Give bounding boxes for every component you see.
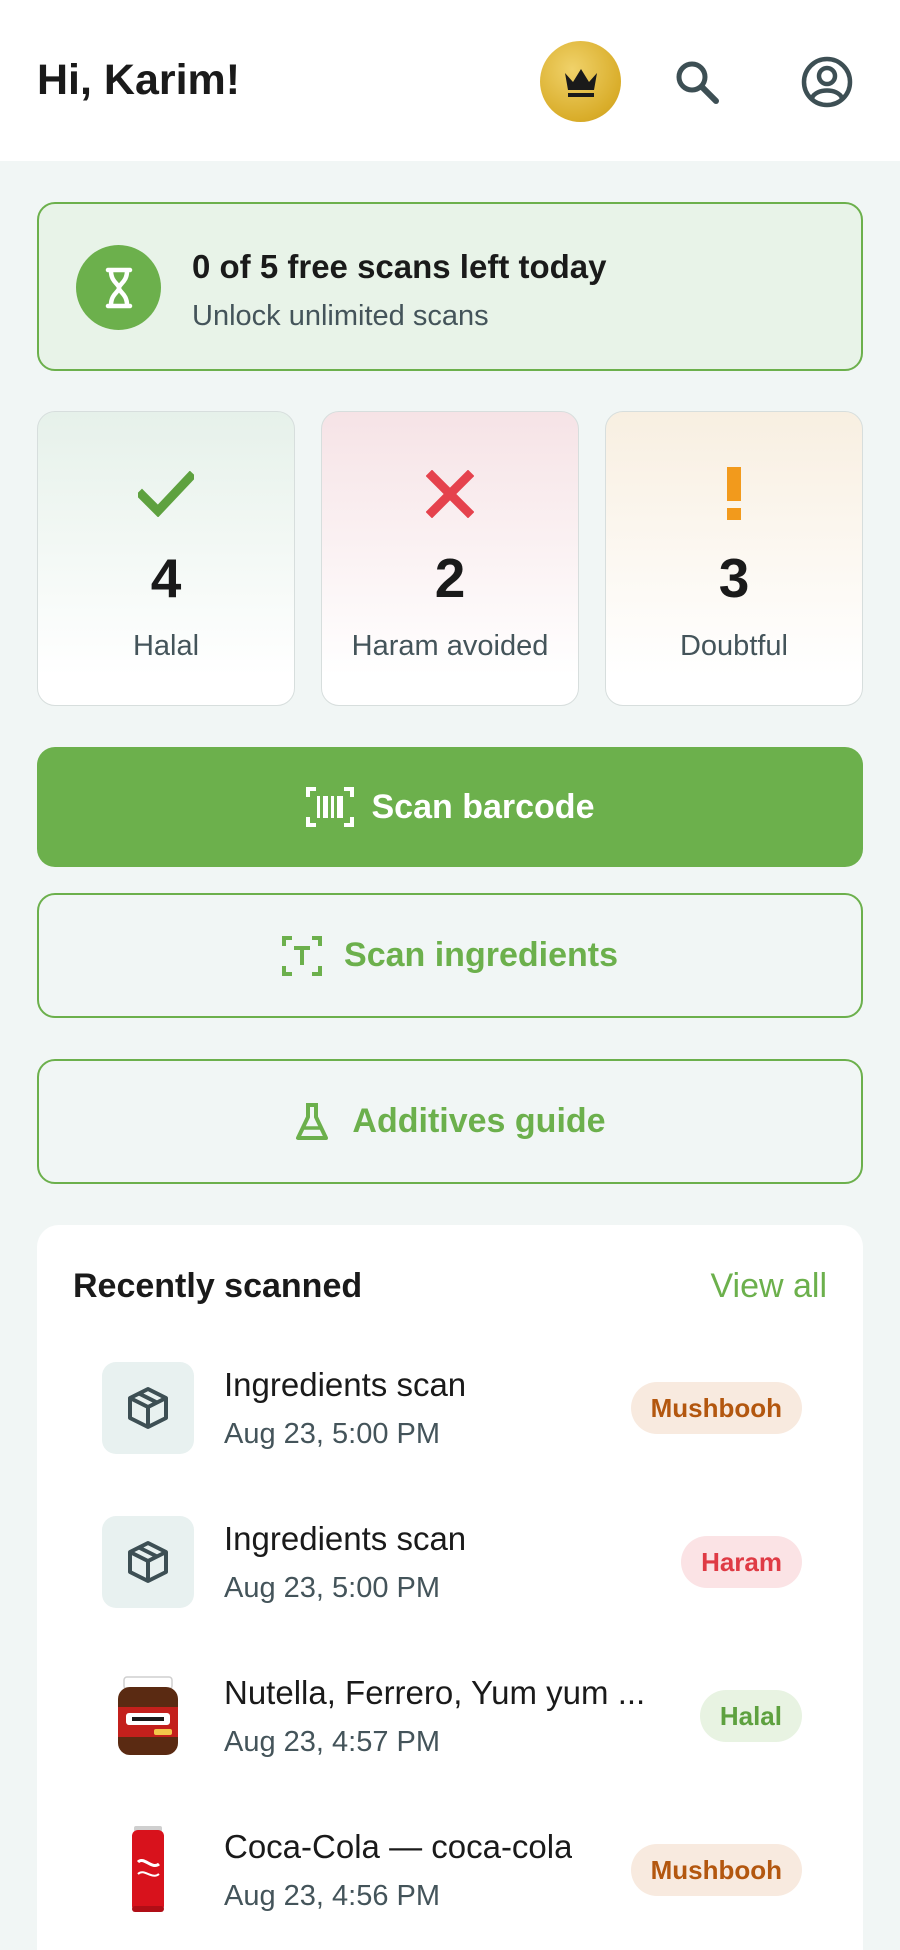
free-scans-banner[interactable]: 0 of 5 free scans left today Unlock unli… [37,202,863,371]
status-badge: Halal [699,1690,802,1742]
item-title: Ingredients scan [224,1366,467,1403]
account-button[interactable] [786,41,867,122]
recently-scanned-title: Recently scanned [73,1267,363,1305]
stat-value-doubtful: 3 [718,547,750,609]
status-badge: Mushbooh [630,1844,802,1896]
status-badge: Mushbooh [630,1382,802,1434]
search-button[interactable] [656,41,737,122]
scan-ingredients-label: Scan ingredients [344,936,618,974]
exclamation-icon [727,467,741,520]
scan-barcode-label: Scan barcode [371,787,595,826]
thumbnail [102,1516,194,1608]
coca-cola-can-image [132,1826,164,1912]
scan-barcode-button[interactable]: Scan barcode [37,747,863,867]
list-item[interactable]: Coca-Cola — coca-cola Aug 23, 4:56 PM Mu… [102,1824,802,1916]
additives-guide-button[interactable]: Additives guide [37,1059,863,1184]
package-icon [128,1541,168,1583]
check-icon [138,471,194,517]
stat-value-haram: 2 [434,547,466,609]
crown-icon [564,68,597,97]
thumbnail [102,1362,194,1454]
quota-subtitle: Unlock unlimited scans [192,300,489,332]
item-title: Nutella, Ferrero, Yum yum ... [224,1674,646,1711]
app-header: Hi, Karim! [0,0,900,161]
stat-card-doubtful[interactable]: 3 Doubtful [605,411,863,706]
premium-button[interactable] [540,41,621,122]
account-circle-icon [801,56,852,107]
status-badge: Haram [681,1536,802,1588]
item-title: Ingredients scan [224,1520,467,1557]
item-title: Coca-Cola — coca-cola [224,1828,573,1865]
list-item[interactable]: Ingredients scan Aug 23, 5:00 PM Haram [102,1516,802,1608]
view-all-link[interactable]: View all [710,1267,827,1306]
search-icon [676,61,719,104]
stat-value-halal: 4 [150,547,182,609]
item-date: Aug 23, 4:57 PM [224,1726,441,1758]
x-icon [426,470,474,518]
hourglass-icon [105,267,132,308]
nutella-jar-image [118,1676,178,1755]
greeting-title: Hi, Karim! [37,56,241,104]
item-date: Aug 23, 5:00 PM [224,1418,441,1450]
list-item[interactable]: Nutella, Ferrero, Yum yum ... Aug 23, 4:… [102,1670,802,1762]
quota-icon-badge [76,245,161,330]
package-icon [128,1387,168,1429]
barcode-scan-icon [305,787,354,827]
list-item[interactable]: Ingredients scan Aug 23, 5:00 PM Mushboo… [102,1362,802,1454]
flask-icon [296,1102,329,1140]
text-scan-icon [282,935,323,976]
item-date: Aug 23, 5:00 PM [224,1572,441,1604]
additives-guide-label: Additives guide [352,1102,606,1140]
stat-label-halal: Halal [132,630,200,662]
thumbnail [102,1670,194,1762]
stat-label-doubtful: Doubtful [679,630,788,662]
thumbnail [102,1824,194,1916]
recently-scanned-panel: Recently scanned View all Ingredients sc… [37,1225,863,1950]
stat-card-halal[interactable]: 4 Halal [37,411,295,706]
stat-label-haram: Haram avoided [351,630,549,662]
scan-ingredients-button[interactable]: Scan ingredients [37,893,863,1018]
item-date: Aug 23, 4:56 PM [224,1880,441,1912]
stat-card-haram[interactable]: 2 Haram avoided [321,411,579,706]
quota-title: 0 of 5 free scans left today [192,248,607,285]
